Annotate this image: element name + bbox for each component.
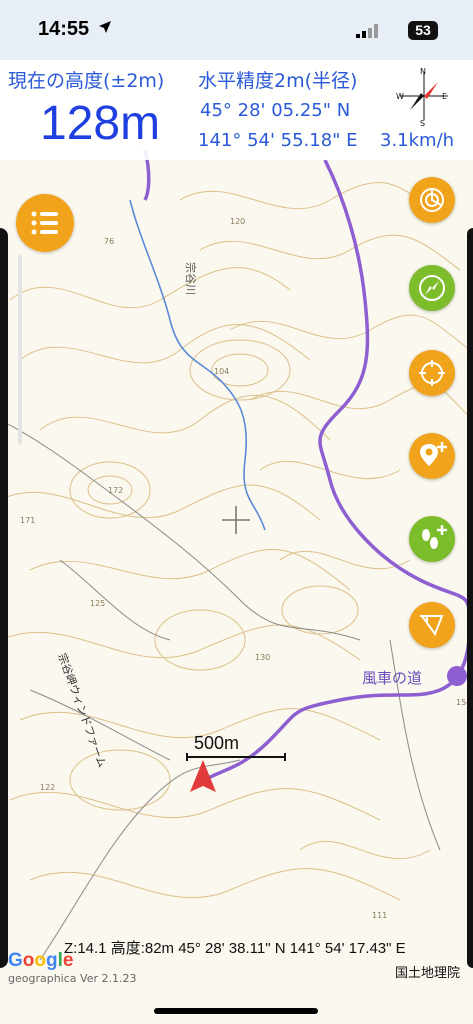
svg-text:W: W <box>396 92 404 101</box>
footprints-add-icon <box>422 525 447 549</box>
layers-button[interactable] <box>409 177 455 223</box>
compass-button[interactable] <box>409 265 455 311</box>
current-location-button[interactable] <box>409 350 455 396</box>
side-drawer-handle[interactable] <box>0 255 24 455</box>
poi-label[interactable]: 風車の道 <box>362 667 422 688</box>
add-pin-icon <box>420 442 447 466</box>
map-attribution[interactable]: 国土地理院 <box>395 962 460 981</box>
location-info-panel: 現在の高度(±2m) 128m 水平精度2m(半径) 45° 28' 05.25… <box>0 60 473 160</box>
contour-label: 130 <box>255 653 270 662</box>
signal-icon <box>356 24 378 38</box>
contour-label: 171 <box>20 516 35 525</box>
status-time: 14:55 <box>38 18 90 40</box>
add-marker-button[interactable] <box>409 433 455 479</box>
contour-label: 111 <box>372 911 387 920</box>
scale-bar: 500m <box>186 733 286 763</box>
svg-text:E: E <box>442 92 447 101</box>
contour-label: 125 <box>90 599 105 608</box>
area-icon <box>420 615 444 637</box>
contour-label: 172 <box>108 486 123 495</box>
contour-label: 120 <box>230 217 245 226</box>
compass-icon <box>419 275 445 301</box>
longitude-value: 141° 54' 55.18" E <box>198 130 358 151</box>
google-logo: Google <box>8 950 74 971</box>
speed-value: 3.1km/h <box>380 130 455 151</box>
poi-marker-icon[interactable] <box>447 666 467 686</box>
altitude-value: 128m <box>40 97 161 150</box>
svg-text:N: N <box>420 67 426 76</box>
map-center-coords: Z:14.1 高度:82m 45° 28' 38.11" N 141° 54' … <box>64 940 406 957</box>
spiral-icon <box>420 188 444 212</box>
contour-label: 76 <box>104 237 114 246</box>
scale-line <box>186 753 286 761</box>
contour-label: 122 <box>40 783 55 792</box>
device-edge-right <box>467 228 473 968</box>
accuracy-label: 水平精度2m(半径) <box>198 70 358 92</box>
compass-rose-icon[interactable]: N E S W <box>394 66 454 126</box>
contour-label: 104 <box>214 367 229 376</box>
area-measure-button[interactable] <box>409 602 455 648</box>
menu-button[interactable] <box>16 194 74 252</box>
location-arrow-icon <box>99 21 111 33</box>
svg-text:S: S <box>420 119 425 126</box>
target-icon <box>419 360 445 386</box>
app-version: geographica Ver 2.1.23 <box>8 972 137 985</box>
home-indicator[interactable] <box>154 1008 318 1014</box>
add-track-button[interactable] <box>409 516 455 562</box>
menu-icon <box>31 211 58 235</box>
latitude-value: 45° 28' 05.25" N <box>200 100 351 121</box>
river-label: 宗谷川 <box>184 262 198 295</box>
status-bar: 14:55 53 <box>0 0 473 60</box>
altitude-label: 現在の高度(±2m) <box>8 70 165 92</box>
battery-indicator: 53 <box>408 21 438 40</box>
